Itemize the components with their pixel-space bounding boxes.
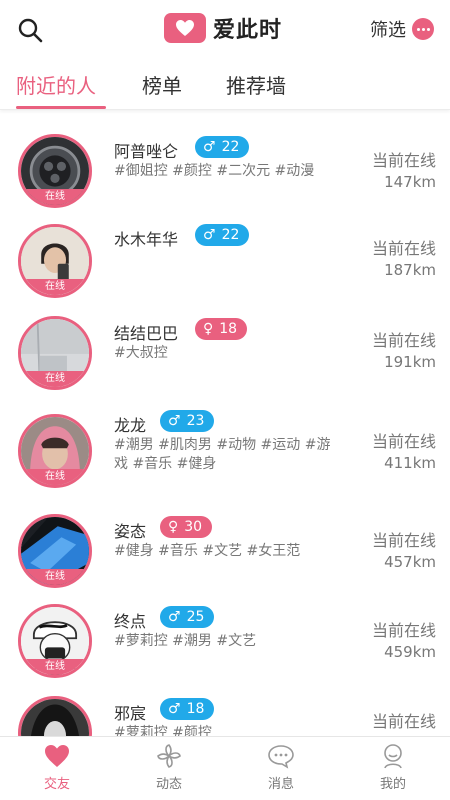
nav-messages[interactable]: 消息 xyxy=(241,743,321,797)
online-status: 当前在线 xyxy=(371,239,436,258)
distance: 191km xyxy=(384,353,436,371)
tab-bar: 附近的人 榜单 推荐墙 xyxy=(0,62,450,110)
nearby-user-list[interactable]: 在线 阿普唑仑 ♂ 22 #御姐控 #颜控 #二次元 #动漫 当前在线 147k… xyxy=(0,112,450,736)
gender-age-badge: ♂ 22 xyxy=(195,224,250,246)
nav-label: 交友 xyxy=(43,777,70,792)
profile-icon xyxy=(384,744,402,769)
nav-label: 动态 xyxy=(155,777,182,792)
chat-bubble-icon xyxy=(268,745,294,769)
tab-ranking[interactable]: 榜单 xyxy=(142,70,182,99)
male-icon: ♂ xyxy=(203,139,216,155)
filter-label: 筛选 xyxy=(370,20,406,41)
app-header: 爱此时 筛选 xyxy=(0,0,450,56)
user-name: 阿普唑仑 xyxy=(114,142,179,161)
online-status: 当前在线 xyxy=(371,531,436,550)
avatar[interactable]: 在线 xyxy=(18,224,92,298)
heart-icon xyxy=(45,745,69,767)
online-badge: 在线 xyxy=(21,371,89,387)
user-name: 终点 xyxy=(114,612,147,631)
more-dots-icon xyxy=(412,18,434,40)
male-icon: ♂ xyxy=(203,227,216,243)
online-status: 当前在线 xyxy=(371,621,436,640)
age-value: 18 xyxy=(186,701,205,717)
online-badge: 在线 xyxy=(21,469,89,485)
filter-button[interactable]: 筛选 xyxy=(370,16,434,42)
online-status: 当前在线 xyxy=(371,432,436,451)
nav-moments[interactable]: 动态 xyxy=(129,743,209,797)
app-logo: 爱此时 xyxy=(164,12,282,44)
pinwheel-icon xyxy=(157,744,181,768)
age-value: 18 xyxy=(219,321,238,337)
online-badge: 在线 xyxy=(21,279,89,295)
app-title: 爱此时 xyxy=(213,18,283,43)
user-name: 水木年华 xyxy=(114,230,179,249)
avatar[interactable]: 在线 xyxy=(18,696,92,736)
user-row[interactable]: 在线 阿普唑仑 ♂ 22 #御姐控 #颜控 #二次元 #动漫 当前在线 147k… xyxy=(0,112,450,208)
avatar[interactable]: 在线 xyxy=(18,414,92,488)
distance: 187km xyxy=(384,261,436,279)
user-tags: #潮男 #肌肉男 #动物 #运动 #游戏 #音乐 #健身 xyxy=(114,437,331,472)
user-row[interactable]: 在线 终点 ♂ 25 #萝莉控 #潮男 #文艺 当前在线 459km xyxy=(0,592,450,688)
gender-age-badge: ♀ 30 xyxy=(160,516,213,538)
age-value: 22 xyxy=(221,139,240,155)
gender-age-badge: ♂ 25 xyxy=(160,606,215,628)
user-row[interactable]: 在线 水木年华 ♂ 22 当前在线 187km xyxy=(0,208,450,304)
online-badge: 在线 xyxy=(21,659,89,675)
user-tags: #萝莉控 #潮男 #文艺 xyxy=(114,633,257,649)
male-icon: ♂ xyxy=(168,413,181,429)
age-value: 30 xyxy=(184,519,203,535)
active-tab-indicator xyxy=(16,106,106,109)
nav-friends[interactable]: 交友 xyxy=(17,743,97,797)
nav-profile[interactable]: 我的 xyxy=(353,743,433,797)
distance: 459km xyxy=(384,643,436,661)
age-value: 22 xyxy=(221,227,240,243)
age-value: 23 xyxy=(186,413,205,429)
distance: 457km xyxy=(384,553,436,571)
user-name: 邪宸 xyxy=(114,704,147,723)
gender-age-badge: ♂ 22 xyxy=(195,136,250,158)
avatar[interactable]: 在线 xyxy=(18,134,92,208)
avatar[interactable]: 在线 xyxy=(18,604,92,678)
online-status: 当前在线 xyxy=(371,331,436,350)
user-tags: #萝莉控 #颜控 xyxy=(114,725,212,736)
gender-age-badge: ♀ 18 xyxy=(195,318,248,340)
bottom-navigation: 交友 动态 消息 我的 xyxy=(0,736,450,800)
female-icon: ♀ xyxy=(168,519,179,535)
user-row[interactable]: 在线 邪宸 ♂ 18 #萝莉控 #颜控 当前在线 xyxy=(0,688,450,736)
avatar-image xyxy=(21,699,89,736)
online-status: 当前在线 xyxy=(371,151,436,170)
avatar[interactable]: 在线 xyxy=(18,316,92,390)
user-name: 姿态 xyxy=(114,522,147,541)
user-row[interactable]: 在线 龙龙 ♂ 23 #潮男 #肌肉男 #动物 #运动 #游戏 #音乐 #健身 … xyxy=(0,396,450,498)
male-icon: ♂ xyxy=(168,609,181,625)
age-value: 25 xyxy=(186,609,205,625)
female-icon: ♀ xyxy=(203,321,214,337)
online-badge: 在线 xyxy=(21,189,89,205)
search-icon xyxy=(18,18,43,43)
nav-label: 消息 xyxy=(267,777,294,792)
user-row[interactable]: 在线 结结巴巴 ♀ 18 #大叔控 当前在线 191km xyxy=(0,304,450,396)
online-status: 当前在线 xyxy=(371,712,436,731)
avatar[interactable]: 在线 xyxy=(18,514,92,588)
distance: 411km xyxy=(384,454,436,472)
search-button[interactable] xyxy=(16,16,44,44)
male-icon: ♂ xyxy=(168,701,181,717)
gender-age-badge: ♂ 23 xyxy=(160,410,215,432)
distance: 147km xyxy=(384,173,436,191)
user-tags: #健身 #音乐 #文艺 #女王范 xyxy=(114,543,301,559)
user-tags: #御姐控 #颜控 #二次元 #动漫 xyxy=(114,163,315,179)
nav-label: 我的 xyxy=(379,777,406,792)
tab-nearby[interactable]: 附近的人 xyxy=(16,70,96,99)
user-name: 龙龙 xyxy=(114,416,147,435)
online-badge: 在线 xyxy=(21,569,89,585)
logo-heart-icon xyxy=(164,13,206,43)
tab-recommend-wall[interactable]: 推荐墙 xyxy=(226,70,286,99)
user-row[interactable]: 在线 姿态 ♀ 30 #健身 #音乐 #文艺 #女王范 当前在线 457km xyxy=(0,498,450,592)
gender-age-badge: ♂ 18 xyxy=(160,698,215,720)
user-name: 结结巴巴 xyxy=(114,324,179,343)
user-tags: #大叔控 xyxy=(114,345,168,361)
